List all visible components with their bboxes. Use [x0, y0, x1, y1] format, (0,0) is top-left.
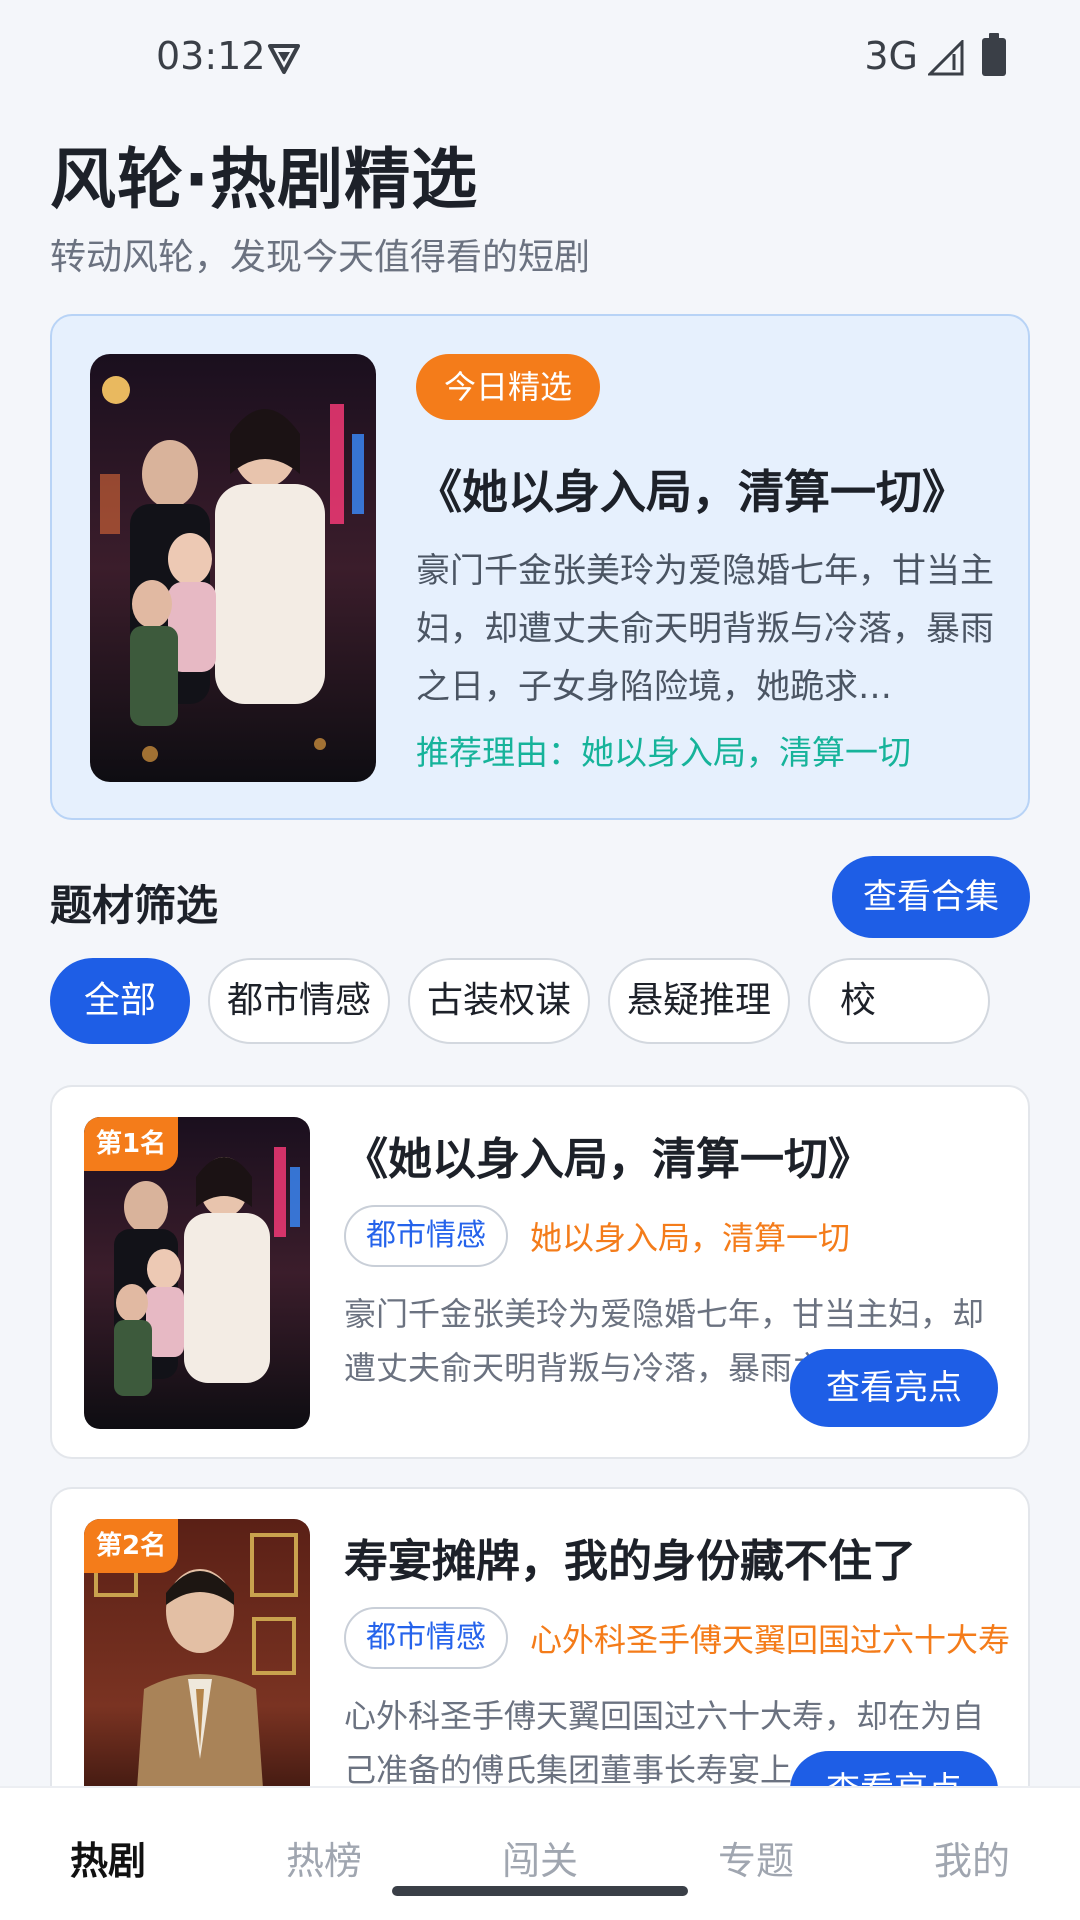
featured-reason: 推荐理由：她以身入局，清算一切: [416, 733, 911, 772]
filter-section-title: 题材筛选: [50, 881, 219, 930]
featured-card[interactable]: 今日精选 《她以身入局，清算一切》 豪门千金张美玲为爱隐婚七年，甘当主妇，却遭丈…: [50, 314, 1030, 820]
featured-title[interactable]: 《她以身入局，清算一切》: [416, 456, 996, 522]
featured-poster[interactable]: [90, 354, 376, 782]
status-time: 03:12: [156, 34, 266, 78]
bottom-tab-bar: 热剧 热榜 闯关 专题 我的: [0, 1786, 1080, 1920]
network-type: 3G: [864, 34, 918, 78]
drama-title[interactable]: 《她以身入局，清算一切》: [344, 1123, 1004, 1187]
poster-image: [90, 354, 376, 782]
chip-urban-romance[interactable]: 都市情感: [208, 958, 390, 1044]
status-bar: 03:12 3G: [0, 0, 1080, 110]
rank-badge: 第2名: [84, 1519, 179, 1573]
drama-poster[interactable]: 第2名: [84, 1519, 310, 1831]
vpn-shield-icon: [268, 44, 300, 74]
drama-title[interactable]: 寿宴摊牌，我的身份藏不住了: [344, 1525, 1004, 1589]
drama-poster[interactable]: 第1名: [84, 1117, 310, 1429]
genre-tag[interactable]: 都市情感: [344, 1607, 508, 1669]
drama-hook: 心外科圣手傅天翼回国过六十大寿: [530, 1621, 1010, 1659]
chip-mystery[interactable]: 悬疑推理: [608, 958, 790, 1044]
chip-all[interactable]: 全部: [50, 958, 190, 1044]
tab-hot-list[interactable]: 热榜: [216, 1830, 432, 1885]
chip-costume-intrigue[interactable]: 古装权谋: [408, 958, 590, 1044]
signal-icon: [928, 40, 964, 76]
genre-chip-list: 全部 都市情感 古装权谋 悬疑推理 校: [50, 958, 1030, 1046]
page-title: 风轮·热剧精选: [50, 141, 479, 218]
today-pick-badge: 今日精选: [416, 354, 601, 420]
home-indicator[interactable]: [392, 1886, 688, 1896]
chip-campus[interactable]: 校: [808, 958, 990, 1044]
page-subtitle: 转动风轮，发现今天值得看的短剧: [50, 237, 591, 278]
tab-challenge[interactable]: 闯关: [432, 1830, 648, 1885]
tab-profile[interactable]: 我的: [864, 1830, 1080, 1885]
genre-tag[interactable]: 都市情感: [344, 1205, 508, 1267]
view-highlights-button[interactable]: 查看亮点: [790, 1349, 998, 1427]
rank-badge: 第1名: [84, 1117, 179, 1171]
featured-description: 豪门千金张美玲为爱隐婚七年，甘当主妇，却遭丈夫俞天明背叛与冷落，暴雨之日，子女身…: [416, 551, 994, 707]
tab-topics[interactable]: 专题: [648, 1830, 864, 1885]
tab-hot-drama[interactable]: 热剧: [0, 1830, 216, 1885]
view-collection-button[interactable]: 查看合集: [832, 856, 1030, 938]
battery-icon: [982, 33, 1006, 76]
drama-card[interactable]: 第1名 《她以身入局，清算一切》 都市情感 她以身入局，清算一切 豪门千金张美玲…: [50, 1085, 1030, 1459]
drama-hook: 她以身入局，清算一切: [530, 1219, 851, 1257]
